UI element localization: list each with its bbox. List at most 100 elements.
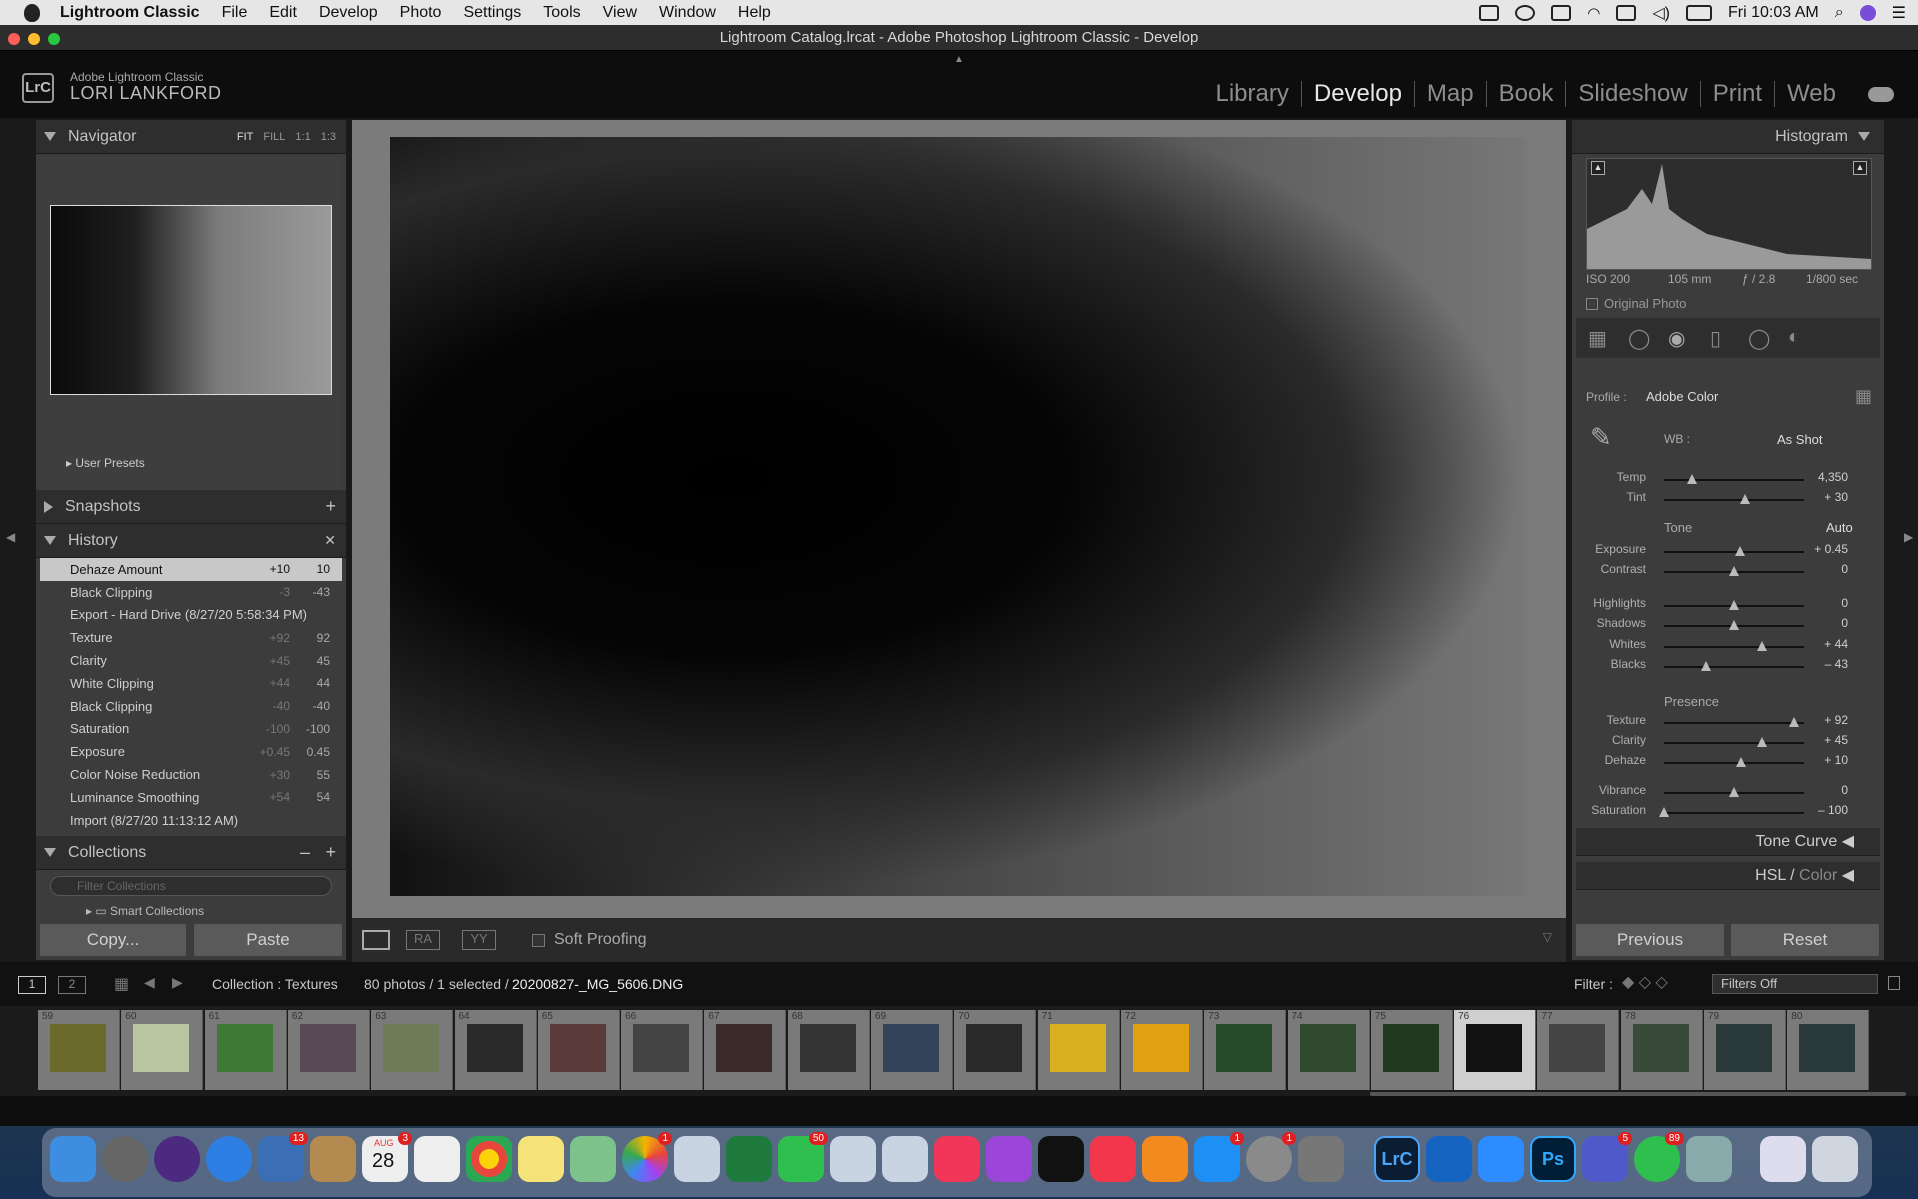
unknown-app-icon[interactable] [830,1136,876,1182]
finder-icon[interactable] [50,1136,96,1182]
menu-tools[interactable]: Tools [543,4,580,22]
menu-help[interactable]: Help [738,4,771,22]
slider-blacks[interactable]: Blacks – 43 [1572,657,1884,677]
slider-knob[interactable] [1729,787,1739,797]
filmstrip-thumbnail[interactable]: 63 [371,1010,454,1090]
reset-button[interactable]: Reset [1731,924,1879,956]
add-collection-icon[interactable]: + [325,842,336,863]
siri-dock-icon[interactable] [154,1136,200,1182]
outlook-icon[interactable] [1426,1136,1472,1182]
history-row[interactable]: Luminance Smoothing +54 54 [40,786,342,809]
main-photo[interactable] [390,137,1527,896]
notes-icon[interactable] [518,1136,564,1182]
zoom-1-1[interactable]: 1:1 [295,131,310,143]
slider-value[interactable]: + 30 [1824,490,1848,504]
left-panel-toggle-icon[interactable]: ◀ [6,530,15,544]
zoom-fit[interactable]: FIT [237,131,254,143]
creative-cloud-icon[interactable] [1515,4,1536,21]
filmstrip-thumbnail[interactable]: 75 [1370,1010,1453,1090]
slider-value[interactable]: + 92 [1824,713,1848,727]
airplay-icon[interactable] [1616,4,1637,21]
slider-knob[interactable] [1734,546,1745,556]
battery-icon[interactable] [1685,4,1712,21]
slider-highlights[interactable]: Highlights 0 [1572,596,1884,616]
before-after-yy-icon[interactable]: YY [462,930,496,950]
red-eye-icon[interactable]: ◉ [1668,326,1685,351]
history-row[interactable]: Black Clipping -3 -43 [40,581,342,604]
slider-value[interactable]: – 100 [1818,803,1848,817]
zoom-fill[interactable]: FILL [263,131,285,143]
teams-icon[interactable]: 5 [1582,1132,1632,1182]
module-book[interactable]: Book [1487,81,1567,107]
menu-edit[interactable]: Edit [269,4,297,22]
slider-track[interactable] [1664,479,1804,481]
photos-icon[interactable]: 1 [622,1132,672,1182]
filmstrip-thumbnail[interactable]: 77 [1537,1010,1620,1090]
filter-lock-icon[interactable] [1888,976,1900,990]
music-icon[interactable] [934,1136,980,1182]
module-library[interactable]: Library [1204,81,1302,107]
slider-knob[interactable] [1757,641,1767,651]
slider-track[interactable] [1664,646,1804,648]
filmstrip-thumbnail[interactable]: 79 [1704,1010,1786,1090]
slider-value[interactable]: + 45 [1824,733,1848,747]
launchpad-icon[interactable] [102,1136,148,1182]
user-presets-item[interactable]: ▸ User Presets [66,456,145,470]
zoom-1-3[interactable]: 1:3 [321,131,336,143]
shadow-clipping-icon[interactable]: ▲ [1591,161,1605,175]
navigator-header[interactable]: Navigator FIT FILL 1:1 1:3 [36,120,346,154]
image-capture-icon[interactable] [1298,1136,1344,1182]
siri-icon[interactable] [1859,4,1876,21]
snapshots-header[interactable]: Snapshots + [36,490,346,524]
spotlight-icon[interactable]: ⌕ [1835,4,1844,22]
filmstrip-thumbnail[interactable]: 72 [1120,1010,1203,1090]
collections-header[interactable]: Collections – + [36,836,346,870]
preview-icon[interactable] [1686,1136,1732,1182]
slider-temp[interactable]: Temp 4,350 [1572,470,1884,490]
filmstrip-thumbnail[interactable]: 71 [1037,1010,1120,1090]
history-row[interactable]: Saturation -100 -100 [40,718,342,741]
safari-icon[interactable] [206,1136,252,1182]
menu-settings[interactable]: Settings [463,4,521,22]
histogram-header[interactable]: Histogram [1572,120,1884,154]
navigator-preview[interactable] [50,205,332,395]
history-row[interactable]: Color Noise Reduction +30 55 [40,763,342,786]
contacts-icon[interactable] [310,1136,356,1182]
slider-knob[interactable] [1701,661,1711,671]
podcasts-icon[interactable] [986,1136,1032,1182]
module-slideshow[interactable]: Slideshow [1566,81,1701,107]
filmstrip-thumbnail[interactable]: 61 [204,1010,287,1090]
filter-select[interactable]: Filters Off [1712,974,1878,994]
history-row[interactable]: Exposure +0.45 0.45 [40,740,342,763]
filmstrip-thumbnail[interactable]: 62 [287,1010,370,1090]
radial-filter-icon[interactable]: ◯ [1748,326,1770,351]
slider-knob[interactable] [1729,620,1739,630]
slider-value[interactable]: 0 [1841,562,1848,576]
right-panel-toggle-icon[interactable]: ▶ [1904,530,1913,544]
slider-saturation[interactable]: Saturation – 100 [1572,803,1884,823]
slider-track[interactable] [1664,742,1804,744]
wb-eyedropper-icon[interactable]: ✎ [1590,422,1612,453]
graduated-filter-icon[interactable]: ▯ [1710,326,1721,351]
menu-window[interactable]: Window [659,4,716,22]
history-row[interactable]: White Clipping +44 44 [40,672,342,695]
slider-contrast[interactable]: Contrast 0 [1572,562,1884,582]
module-web[interactable]: Web [1775,81,1848,107]
menu-view[interactable]: View [603,4,637,22]
before-after-ra-icon[interactable]: RA [406,930,440,950]
slider-track[interactable] [1664,812,1804,814]
slider-value[interactable]: + 0.45 [1814,542,1848,556]
collections-filter-input[interactable]: Filter Collections [50,876,332,896]
top-panel-toggle-icon[interactable]: ▲ [954,54,964,65]
apple-tv-icon[interactable] [1038,1136,1084,1182]
slider-value[interactable]: – 43 [1825,657,1848,671]
calendar-icon[interactable]: AUG 28 3 [362,1132,412,1182]
unknown-app-icon[interactable] [882,1136,928,1182]
flag-filter-icon[interactable]: ◆ ◇ ◇ [1622,972,1668,992]
slider-track[interactable] [1664,666,1804,668]
slider-clarity[interactable]: Clarity + 45 [1572,733,1884,753]
slider-tint[interactable]: Tint + 30 [1572,490,1884,510]
reminders-icon[interactable] [414,1136,460,1182]
filmstrip-thumbnail[interactable]: 69 [871,1010,953,1090]
excel-icon[interactable] [726,1136,772,1182]
